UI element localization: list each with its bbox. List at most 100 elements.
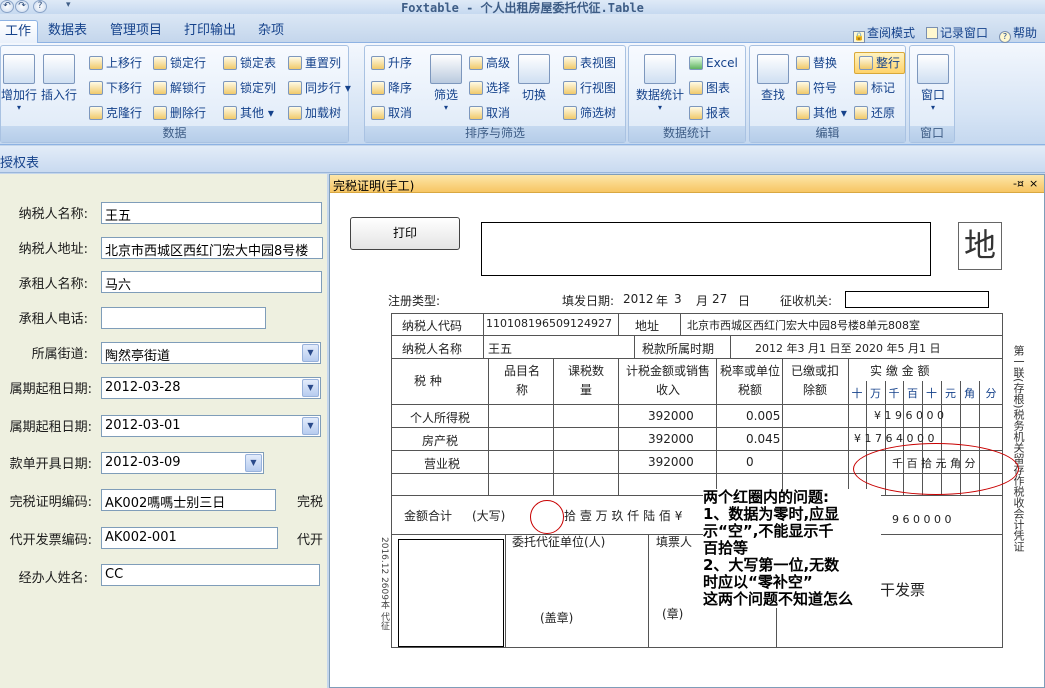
filter-button[interactable]: 筛选 ▾ [427,54,465,112]
data-stats-button[interactable]: 数据统计 ▾ [631,54,689,112]
select-filter-button[interactable]: 选择 [469,77,510,99]
lock-table-button[interactable]: 锁定表 [223,52,276,74]
insert-row-icon [43,54,75,84]
reset-column-button[interactable]: 重置列 [288,52,341,74]
replace-button[interactable]: 替换 [796,52,837,74]
whole-row-button[interactable]: 整行 [854,52,906,74]
tenant-phone-input[interactable] [101,307,266,329]
move-up-icon [89,56,103,70]
symbol-button[interactable]: 符号 [796,77,837,99]
advanced-filter-button[interactable]: 高级 [469,52,510,74]
switch-az-icon [518,54,550,84]
street-select[interactable]: 陶然亭街道 ▼ [101,342,321,364]
ribbon: 增加行 ▾ 插入行 上移行 下移行 克隆行 锁定行 解锁行 删除行 锁定表 锁定列… [0,43,1045,145]
sort-cancel-button[interactable]: 取消 [371,102,412,124]
move-down-icon [89,81,103,95]
lock-row-button[interactable]: 锁定行 [153,52,206,74]
lock-column-button[interactable]: 锁定列 [223,77,276,99]
total-digits: 9 6 0 0 0 0 [892,513,952,526]
move-up-button[interactable]: 上移行 [89,52,142,74]
tab-datatable[interactable]: 数据表 [42,20,93,43]
move-down-button[interactable]: 下移行 [89,77,142,99]
window-icon [926,27,938,39]
unlock-row-button[interactable]: 解锁行 [153,77,206,99]
operator-name-input[interactable]: CC [101,564,320,586]
sort-desc-button[interactable]: 降序 [371,77,412,99]
tab-misc[interactable]: 杂项 [252,20,290,43]
taxpayer-address-input[interactable]: 北京市西城区西红门宏大中园8号楼 [101,237,323,259]
close-icon[interactable]: × [1029,177,1038,190]
clone-row-button[interactable]: 克隆行 [89,102,142,124]
delete-row-button[interactable]: 删除行 [153,102,206,124]
excel-button[interactable]: Excel [689,52,738,74]
add-row-button[interactable]: 增加行 ▾ [1,54,37,112]
total-upper-chars: 拾 壹 万 玖 仟 陆 佰 ¥ [564,509,683,523]
row1-rate: 0.005 [746,409,781,423]
report-button[interactable]: 报表 [689,102,730,124]
cancel-filter-icon [469,106,483,120]
period-start-date-2[interactable]: 2012-03-01 ▼ [101,415,321,437]
agent-label: 委托代征单位(人) [512,535,606,549]
invoice-code-label: 代开发票编码: [9,533,92,548]
filter-tree-icon [563,106,577,120]
tab-authorization-table[interactable]: 授权表 [0,152,39,171]
tax-cert-code-input[interactable]: AK002嗎嗎士别三日 [101,489,276,511]
tax-cert-code-label: 完税证明编码: [9,495,92,510]
restore-icon [854,106,868,120]
print-button[interactable]: 打印 [350,217,460,250]
chevron-down-icon[interactable]: ▼ [245,454,262,472]
clone-row-icon [89,106,103,120]
filter-tree-button[interactable]: 筛选树 [563,102,616,124]
chevron-down-icon[interactable]: ▼ [302,344,319,362]
table-view-icon [563,56,577,70]
record-window-link[interactable]: 记录窗口 [926,24,988,41]
insert-row-button[interactable]: 插入行 [39,54,79,103]
chevron-down-icon[interactable]: ▼ [302,417,319,435]
load-tree-button[interactable]: 加载树 [288,102,341,124]
group-caption-stats: 数据统计 [629,126,745,142]
payment-date[interactable]: 2012-03-09 ▼ [101,452,264,474]
browse-mode-link[interactable]: 🔒 查阅模式 [853,24,915,43]
tree-icon [288,106,302,120]
restore-button[interactable]: 还原 [854,102,895,124]
tenant-name-label: 承租人名称: [18,277,88,292]
period-start-label-2: 属期起租日期: [9,420,92,435]
mark-button[interactable]: 标记 [854,77,895,99]
find-button[interactable]: 查找 [754,54,792,103]
period-start-label: 属期起租日期: [9,382,92,397]
pin-icon[interactable]: -¤ [1013,177,1024,190]
other-edit-button[interactable]: 其他 ▾ [796,102,847,124]
row-view-button[interactable]: 行视图 [563,77,616,99]
sort-asc-button[interactable]: 升序 [371,52,412,74]
invoice-code-input[interactable]: AK002-001 [101,527,278,549]
sync-row-button[interactable]: 同步行 ▾ [288,77,351,99]
period-start-date[interactable]: 2012-03-28 ▼ [101,377,321,399]
tab-work[interactable]: 工作 [0,20,39,43]
col-actual: 实 缴 金 额 [870,364,930,378]
col-quantity: 课税数量 [567,364,604,397]
other-data-button[interactable]: 其他 ▾ [223,102,274,124]
taxpayer-name-input[interactable]: 王五 [101,202,322,224]
reset-icon [288,56,302,70]
chart-button[interactable]: 图表 [689,77,730,99]
tenant-name-input[interactable]: 马六 [101,271,322,293]
cert-window-title: 完税证明(手工) [333,179,415,193]
table-view-button[interactable]: 表视图 [563,52,616,74]
cancel-filter-button[interactable]: 取消 [469,102,510,124]
chevron-down-icon[interactable]: ▼ [302,379,319,397]
fill-year: 2012 [623,292,654,306]
switch-button[interactable]: 切换 [515,54,553,103]
total-label: 金额合计 [404,509,453,523]
taxpayer-name-label: 纳税人名称: [18,207,88,222]
replace-icon [796,56,810,70]
row3-tax: 营业税 [424,457,461,471]
row2-tax: 房产税 [422,434,459,448]
col-paid: 已缴或扣除额 [790,364,839,397]
help-link[interactable]: ? 帮助 [999,24,1037,43]
taxpayer-code-label: 纳税人代码 [402,319,463,333]
window-button[interactable]: 窗口 ▾ [914,54,952,112]
tab-manage[interactable]: 管理项目 [104,20,168,43]
tab-print[interactable]: 打印输出 [178,20,242,43]
tax-certificate-window: 完税证明(手工) -¤ × 打印 地 注册类型: 填发日期: 2012 年 3 … [329,174,1045,688]
row3-rate: 0 [746,455,754,469]
